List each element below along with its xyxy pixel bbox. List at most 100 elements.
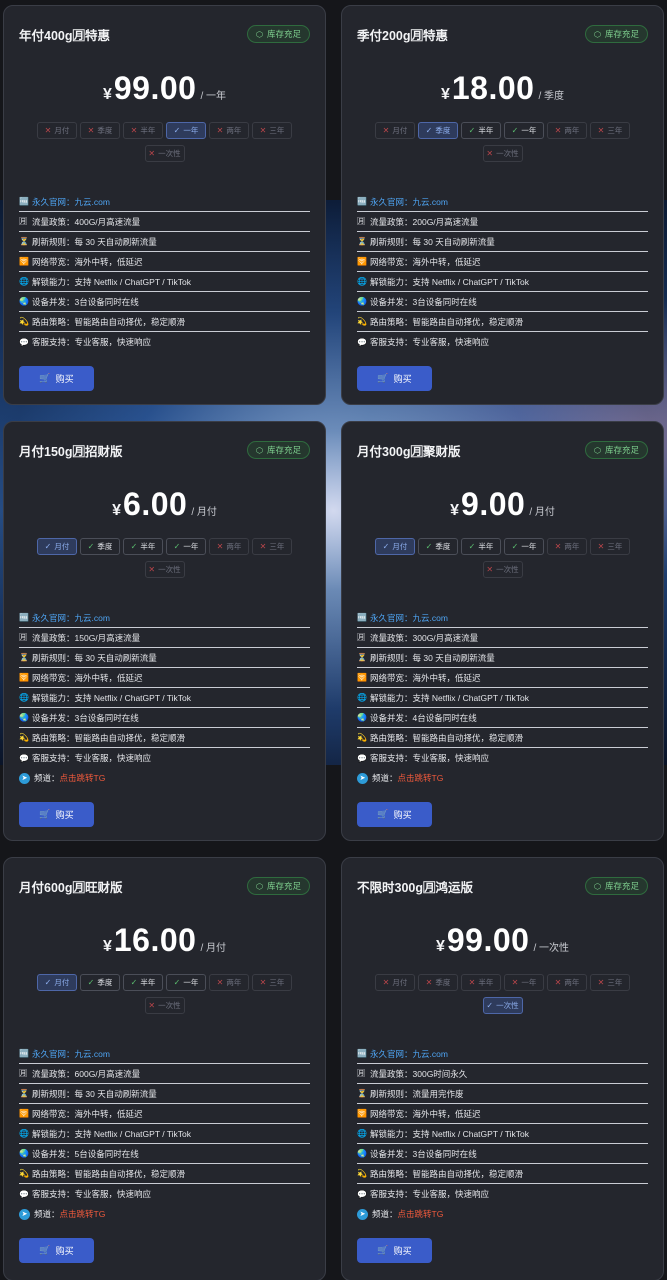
period-chip[interactable]: ✕ 一次性	[482, 561, 523, 578]
price-unit: / 季度	[538, 91, 565, 102]
feature-key: 路由策略：	[32, 732, 75, 743]
period-chip[interactable]: ✕ 一次性	[144, 561, 185, 578]
feature-icon: 🆓	[357, 1049, 367, 1058]
period-chip[interactable]: ✕ 季度	[418, 974, 458, 991]
period-chip[interactable]: ✓ 月付	[375, 538, 415, 555]
feature-key: 路由策略：	[370, 316, 413, 327]
period-chip[interactable]: ✓ 季度	[80, 538, 120, 555]
feature-icon: 🌐	[357, 1129, 367, 1138]
period-chip[interactable]: ✕ 两年	[209, 538, 249, 555]
channel-link[interactable]: 点击跳转TG	[398, 772, 444, 784]
feature-value: 专业客服，快速响应	[74, 753, 152, 763]
period-chip[interactable]: ✕ 月付	[37, 122, 77, 139]
feature-icon: 🌐	[19, 693, 29, 702]
period-chip[interactable]: ✕ 月付	[375, 122, 415, 139]
feature-icon: ⏳	[357, 237, 367, 246]
feature-icon: 💫	[19, 317, 29, 326]
feature-icon: ⏳	[357, 653, 367, 662]
feature-value: 专业客服，快速响应	[412, 337, 490, 347]
feature-key: 刷新规则：	[32, 652, 75, 663]
cross-icon: ✕	[216, 542, 224, 551]
period-chip[interactable]: ✕ 两年	[547, 538, 587, 555]
period-chip[interactable]: ✕ 三年	[252, 122, 292, 139]
check-icon: ✓	[382, 542, 390, 551]
period-chip[interactable]: ✓ 月付	[37, 538, 77, 555]
cross-icon: ✕	[148, 149, 156, 158]
feature-icon: 🆓	[19, 1049, 29, 1058]
plan-card: 不限时300g🈷鸿运版 ⬡ 库存充足 ¥99.00/ 一次性 ✕ 月付 ✕ 季度 ✕ 半年 ✕ 一年 ✕…	[341, 857, 664, 1280]
period-chip[interactable]: ✕ 两年	[547, 122, 587, 139]
period-label: 一次性	[158, 149, 181, 158]
feature-bandwidth: 🛜 网络带宽： 海外中转，低延迟	[357, 252, 648, 272]
feature-site: 🆓 永久官网： 九云.com	[19, 608, 310, 628]
check-icon: ✓	[87, 978, 95, 987]
period-chip[interactable]: ✓ 一年	[504, 122, 544, 139]
channel-link[interactable]: 点击跳转TG	[60, 1208, 106, 1220]
period-label: 一年	[183, 978, 199, 987]
period-chip[interactable]: ✕ 三年	[252, 538, 292, 555]
telegram-icon: ➤	[19, 772, 30, 784]
check-icon: ✓	[511, 126, 519, 135]
period-chip[interactable]: ✕ 季度	[80, 122, 120, 139]
billing-periods: ✓ 月付 ✓ 季度 ✓ 半年 ✓ 一年 ✕ 两年 ✕ 三年 ✕ 一次性	[372, 538, 634, 578]
period-label: 一年	[521, 978, 537, 987]
period-chip[interactable]: ✓ 一次性	[482, 997, 523, 1014]
feature-value[interactable]: 九云.com	[413, 196, 448, 208]
period-chip[interactable]: ✓ 季度	[418, 538, 458, 555]
period-chip[interactable]: ✕ 三年	[590, 122, 630, 139]
period-chip[interactable]: ✓ 半年	[123, 538, 163, 555]
period-chip[interactable]: ✓ 月付	[37, 974, 77, 991]
buy-button[interactable]: 🛒 购买	[357, 1238, 432, 1263]
period-chip[interactable]: ✓ 半年	[461, 122, 501, 139]
stock-label: 库存充足	[604, 445, 639, 455]
period-chip[interactable]: ✓ 一年	[504, 538, 544, 555]
feature-value: 每 30 天自动刷新流量	[412, 652, 495, 663]
buy-button[interactable]: 🛒 购买	[19, 802, 94, 827]
cross-icon: ✕	[486, 565, 494, 574]
period-chip[interactable]: ✕ 三年	[252, 974, 292, 991]
feature-key: 流量政策：	[32, 632, 75, 643]
billing-periods: ✓ 月付 ✓ 季度 ✓ 半年 ✓ 一年 ✕ 两年 ✕ 三年 ✕ 一次性	[34, 538, 296, 578]
period-chip[interactable]: ✕ 两年	[547, 974, 587, 991]
period-chip[interactable]: ✕ 一次性	[144, 997, 185, 1014]
feature-bandwidth: 🛜 网络带宽： 海外中转，低延迟	[357, 1104, 648, 1124]
period-chip[interactable]: ✓ 半年	[461, 538, 501, 555]
channel-link[interactable]: 点击跳转TG	[398, 1208, 444, 1220]
feature-value[interactable]: 九云.com	[75, 612, 110, 624]
cross-icon: ✕	[259, 542, 267, 551]
period-chip[interactable]: ✕ 两年	[209, 122, 249, 139]
buy-button[interactable]: 🛒 购买	[357, 366, 432, 391]
period-chip[interactable]: ✓ 季度	[418, 122, 458, 139]
feature-value[interactable]: 九云.com	[75, 196, 110, 208]
period-chip[interactable]: ✕ 半年	[461, 974, 501, 991]
period-chip[interactable]: ✕ 半年	[123, 122, 163, 139]
feature-value[interactable]: 九云.com	[413, 612, 448, 624]
period-chip[interactable]: ✕ 一次性	[482, 145, 523, 162]
feature-unlock: 🌐 解锁能力： 支持 Netflix / ChatGPT / TikTok	[357, 688, 648, 708]
feature-value[interactable]: 九云.com	[413, 1048, 448, 1060]
period-label: 月付	[392, 978, 408, 987]
period-chip[interactable]: ✓ 季度	[80, 974, 120, 991]
cart-icon: 🛒	[39, 809, 51, 819]
stock-badge: ⬡ 库存充足	[585, 441, 648, 459]
period-chip[interactable]: ✓ 一年	[166, 974, 206, 991]
period-chip[interactable]: ✓ 一年	[166, 538, 206, 555]
buy-button[interactable]: 🛒 购买	[19, 1238, 94, 1263]
period-chip[interactable]: ✕ 月付	[375, 974, 415, 991]
period-chip[interactable]: ✓ 一年	[166, 122, 206, 139]
feature-devices: 🌏 设备并发： 4台设备同时在线	[357, 708, 648, 728]
feature-list: 🆓 永久官网： 九云.com 🈷 流量政策： 300G时间永久 ⏳ 刷新规则： 流量用完作废 🛜 网…	[342, 1044, 663, 1224]
feature-value: 流量用完作废	[412, 1088, 464, 1099]
period-chip[interactable]: ✕ 两年	[209, 974, 249, 991]
period-chip[interactable]: ✕ 一年	[504, 974, 544, 991]
period-chip[interactable]: ✕ 一次性	[144, 145, 185, 162]
feature-value[interactable]: 九云.com	[75, 1048, 110, 1060]
period-label: 季度	[97, 542, 113, 551]
period-chip[interactable]: ✓ 半年	[123, 974, 163, 991]
period-chip[interactable]: ✕ 三年	[590, 974, 630, 991]
channel-link[interactable]: 点击跳转TG	[60, 772, 106, 784]
feature-icon: 🆓	[357, 197, 367, 206]
buy-button[interactable]: 🛒 购买	[19, 366, 94, 391]
period-chip[interactable]: ✕ 三年	[590, 538, 630, 555]
buy-button[interactable]: 🛒 购买	[357, 802, 432, 827]
